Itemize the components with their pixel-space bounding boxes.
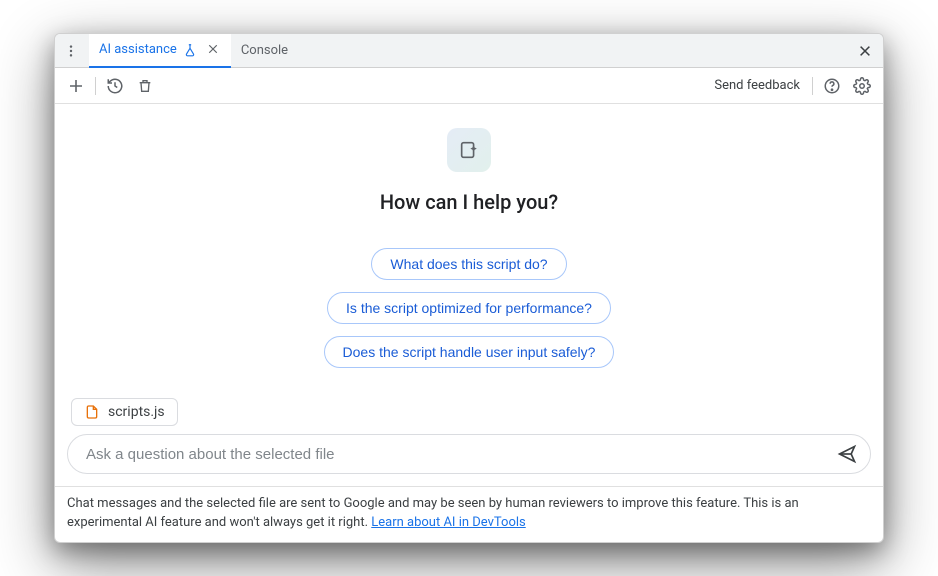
- context-file-name: scripts.js: [108, 404, 165, 420]
- divider: [95, 77, 96, 95]
- disclaimer: Chat messages and the selected file are …: [55, 486, 883, 541]
- delete-button[interactable]: [134, 75, 156, 97]
- devtools-panel: AI assistance Console Send feedback: [54, 33, 884, 542]
- settings-button[interactable]: [851, 75, 873, 97]
- flask-icon: [183, 43, 197, 57]
- tab-label: Console: [241, 43, 288, 58]
- suggestion-chip[interactable]: What does this script do?: [371, 248, 566, 280]
- main-content: How can I help you? What does this scrip…: [55, 104, 883, 486]
- context-file-chip[interactable]: scripts.js: [71, 398, 178, 426]
- history-button[interactable]: [104, 75, 126, 97]
- help-button[interactable]: [821, 75, 843, 97]
- tab-console[interactable]: Console: [231, 34, 298, 68]
- hero-title: How can I help you?: [380, 190, 558, 214]
- context-file-row: scripts.js: [71, 398, 178, 426]
- tab-label: AI assistance: [99, 42, 177, 57]
- tab-strip: AI assistance Console: [55, 34, 883, 68]
- file-icon: [84, 404, 100, 420]
- disclaimer-link[interactable]: Learn about AI in DevTools: [371, 515, 525, 530]
- ai-sparkle-icon: [447, 128, 491, 172]
- send-button[interactable]: [834, 441, 860, 467]
- divider: [812, 77, 813, 95]
- new-chat-button[interactable]: [65, 75, 87, 97]
- suggestion-chips: What does this script do? Is the script …: [324, 248, 615, 368]
- tab-ai-assistance[interactable]: AI assistance: [89, 34, 231, 68]
- suggestion-chip[interactable]: Does the script handle user input safely…: [324, 336, 615, 368]
- toolbar: Send feedback: [55, 68, 883, 104]
- send-feedback-link[interactable]: Send feedback: [714, 78, 800, 93]
- more-icon[interactable]: [61, 41, 81, 61]
- prompt-input-container: [67, 434, 871, 474]
- suggestion-chip[interactable]: Is the script optimized for performance?: [327, 292, 611, 324]
- close-tab-icon[interactable]: [207, 43, 221, 57]
- prompt-input[interactable]: [84, 445, 834, 464]
- close-panel-icon[interactable]: [855, 41, 875, 61]
